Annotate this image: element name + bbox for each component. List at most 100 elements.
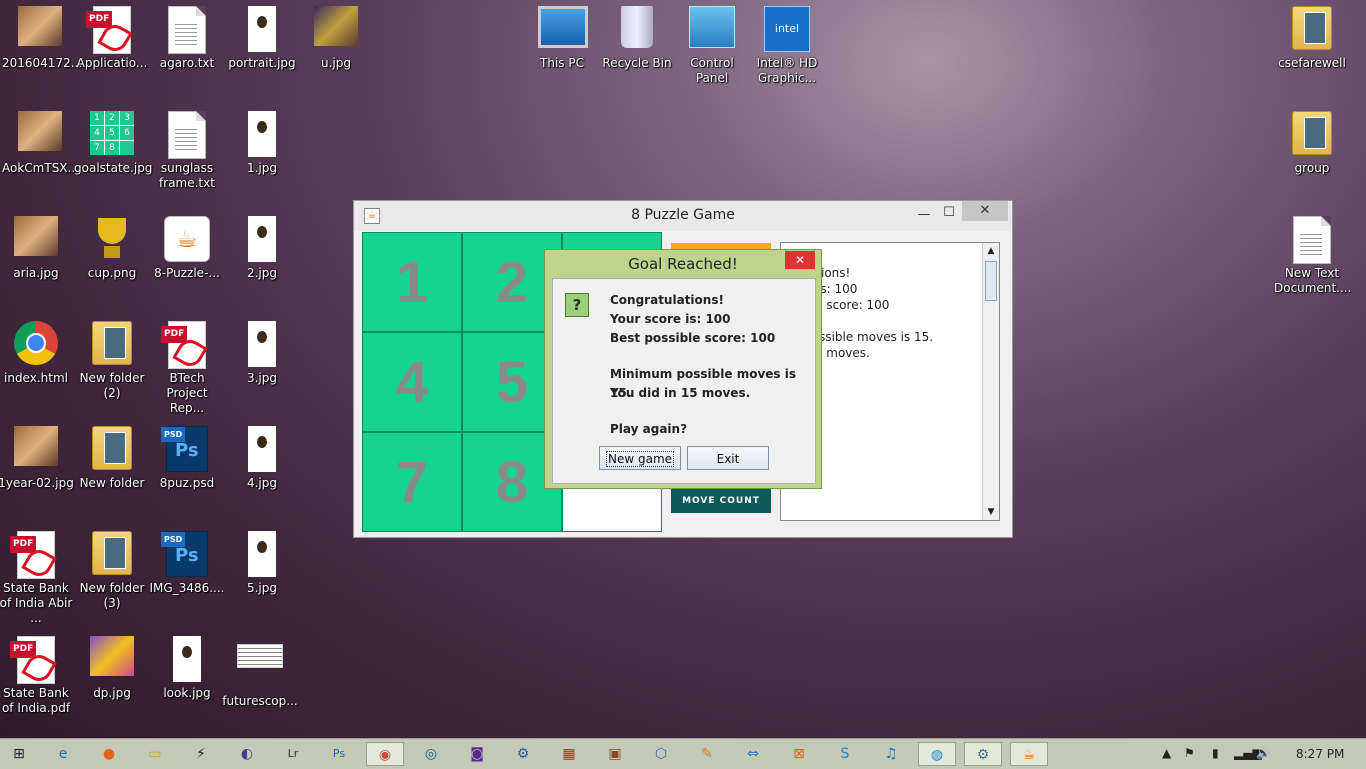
desktop-icon-recycle-bin[interactable]: Recycle Bin bbox=[597, 0, 677, 71]
new-game-label: New game bbox=[605, 451, 675, 467]
app2-icon[interactable]: ✎ bbox=[688, 742, 726, 766]
folder-icon bbox=[92, 321, 132, 365]
photoshop-file-icon: PSD Ps bbox=[161, 426, 208, 472]
scroll-down-icon[interactable]: ▼ bbox=[985, 506, 997, 518]
action-center-icon[interactable]: ⚑ bbox=[1184, 746, 1195, 760]
icon-label: AokCmTSX... bbox=[2, 161, 79, 175]
new-game-button[interactable]: New game bbox=[599, 446, 681, 470]
puzzle-tile[interactable]: 7 bbox=[362, 432, 462, 532]
puzzle-tile[interactable]: 1 bbox=[362, 232, 462, 332]
window-titlebar[interactable]: ☕ 8 Puzzle Game — ☐ ✕ bbox=[354, 201, 1012, 231]
minimize-button[interactable]: — bbox=[914, 205, 934, 225]
desktop-icon-goalstate[interactable]: 1 2 3 4 5 6 7 8 goalstate.jpg bbox=[72, 105, 152, 176]
icon-label: cup.png bbox=[87, 266, 137, 280]
icon-label: Recycle Bin bbox=[602, 56, 672, 70]
chrome-icon[interactable]: ◉ bbox=[366, 742, 404, 766]
desktop-icon-8puz-psd[interactable]: PSD Ps 8puz.psd bbox=[147, 420, 227, 491]
close-button[interactable]: ✕ bbox=[962, 201, 1008, 221]
desktop-icon-u-jpg[interactable]: u.jpg bbox=[296, 0, 376, 71]
desktop-icon-csefarewell[interactable]: csefarewell bbox=[1272, 0, 1352, 71]
desktop-icon-intel-hd[interactable]: intel Intel® HD Graphic... bbox=[747, 0, 827, 86]
intel-icon: intel bbox=[764, 6, 810, 52]
pdf-icon: PDF bbox=[161, 321, 208, 371]
message-line: Best possible score: 100 bbox=[610, 331, 776, 345]
icon-label: 201604172... bbox=[2, 56, 83, 70]
python-icon[interactable]: ⚙ bbox=[504, 742, 542, 766]
desktop-icon-aokcmtsx[interactable]: AokCmTSX... bbox=[0, 105, 80, 176]
explorer-icon[interactable]: ▭ bbox=[136, 742, 174, 766]
chrome-icon bbox=[14, 321, 58, 365]
desktop-icon-new-folder[interactable]: New folder bbox=[72, 420, 152, 491]
photoshop-icon[interactable]: Ps bbox=[320, 742, 358, 766]
java-icon[interactable]: ☕ bbox=[1010, 742, 1048, 766]
desktop-icon-application[interactable]: PDF Applicatio... bbox=[72, 0, 152, 71]
start-icon[interactable]: ⊞ bbox=[0, 742, 38, 766]
desktop-icon-new-folder-3[interactable]: New folder (3) bbox=[72, 525, 152, 611]
office-icon[interactable]: ▦ bbox=[550, 742, 588, 766]
desktop-icon-agaro[interactable]: agaro.txt bbox=[147, 0, 227, 71]
maximize-button[interactable]: ☐ bbox=[939, 203, 959, 223]
desktop-icon-control-panel[interactable]: Control Panel bbox=[672, 0, 752, 86]
desktop-icon-img-3486[interactable]: PSD Ps IMG_3486.... bbox=[147, 525, 227, 596]
desktop-icon-btech-report[interactable]: PDF BTech Project Rep... bbox=[147, 315, 227, 416]
desktop-icon-5-jpg[interactable]: 5.jpg bbox=[222, 525, 302, 596]
itunes-icon[interactable]: ♫ bbox=[872, 742, 910, 766]
desktop-icon-group[interactable]: group bbox=[1272, 105, 1352, 176]
show-hidden-icons-icon[interactable]: ▲ bbox=[1162, 746, 1171, 760]
media-icon[interactable]: ◎ bbox=[412, 742, 450, 766]
desktop-icon-index-html[interactable]: index.html bbox=[0, 315, 76, 386]
app4-icon[interactable]: ⚙ bbox=[964, 742, 1002, 766]
puzzle-tile[interactable]: 4 bbox=[362, 332, 462, 432]
icon-label: This PC bbox=[540, 56, 584, 70]
icon-label: index.html bbox=[4, 371, 68, 385]
scroll-thumb[interactable] bbox=[985, 261, 997, 301]
desktop-icon-portrait[interactable]: portrait.jpg bbox=[222, 0, 302, 71]
battery-icon[interactable]: ▮ bbox=[1212, 746, 1219, 760]
icon-label: 5.jpg bbox=[246, 581, 278, 595]
xampp-icon[interactable]: ⊠ bbox=[780, 742, 818, 766]
text-file-icon bbox=[1293, 216, 1331, 264]
icon-label: BTech Project Rep... bbox=[166, 371, 208, 415]
desktop-icon-1year-02[interactable]: 1year-02.jpg bbox=[0, 420, 76, 491]
dialog-close-button[interactable]: ✕ bbox=[785, 251, 815, 269]
3d-icon[interactable]: ⬡ bbox=[642, 742, 680, 766]
desktop-icon-1-jpg[interactable]: 1.jpg bbox=[222, 105, 302, 176]
desktop-icon-new-folder-2[interactable]: New folder (2) bbox=[72, 315, 152, 401]
app-icon[interactable]: ◙ bbox=[458, 742, 496, 766]
desktop-icon-this-pc[interactable]: This PC bbox=[522, 0, 602, 71]
eclipse-icon[interactable]: ◐ bbox=[228, 742, 266, 766]
vertical-scrollbar[interactable]: ▲ ▼ bbox=[982, 243, 999, 520]
firefox-icon[interactable]: ● bbox=[90, 742, 128, 766]
folder-icon bbox=[1292, 111, 1332, 155]
desktop-icon-cup[interactable]: cup.png bbox=[72, 210, 152, 281]
desktop-icon-aria[interactable]: aria.jpg bbox=[0, 210, 76, 281]
clock[interactable]: 8:27 PM bbox=[1296, 747, 1344, 761]
volume-icon[interactable]: 🔊 bbox=[1256, 746, 1271, 760]
teamviewer-icon[interactable]: ⇔ bbox=[734, 742, 772, 766]
desktop-icon-new-text-document[interactable]: New Text Document.... bbox=[1272, 210, 1352, 296]
desktop-icon-8-puzzle-jar[interactable]: ☕ 8-Puzzle-... bbox=[147, 210, 227, 281]
skype-icon[interactable]: S bbox=[826, 742, 864, 766]
app3-icon[interactable]: ◍ bbox=[918, 742, 956, 766]
scroll-up-icon[interactable]: ▲ bbox=[985, 245, 997, 257]
icon-label: agaro.txt bbox=[159, 56, 215, 70]
desktop-icon-3-jpg[interactable]: 3.jpg bbox=[222, 315, 302, 386]
photo-thumbnail bbox=[18, 6, 62, 46]
desktop-icon-sbi-abir[interactable]: PDF State Bank of India Abir ... bbox=[0, 525, 76, 626]
question-icon: ? bbox=[565, 293, 589, 317]
winamp-icon[interactable]: ⚡ bbox=[182, 742, 220, 766]
icon-label: Intel® HD Graphic... bbox=[756, 56, 818, 85]
exit-button[interactable]: Exit bbox=[687, 446, 769, 470]
desktop-icon-futurescope[interactable]: futurescop... bbox=[220, 630, 300, 709]
lightroom-icon[interactable]: Lr bbox=[274, 742, 312, 766]
desktop-icon-sunglass-frame[interactable]: sunglass frame.txt bbox=[147, 105, 227, 191]
icon-label: Control Panel bbox=[690, 56, 734, 85]
desktop-icon-dp[interactable]: dp.jpg bbox=[72, 630, 152, 701]
desktop-icon-4-jpg[interactable]: 4.jpg bbox=[222, 420, 302, 491]
photo-app-icon[interactable]: ▣ bbox=[596, 742, 634, 766]
desktop-icon-2-jpg[interactable]: 2.jpg bbox=[222, 210, 302, 281]
ie-icon[interactable]: e bbox=[44, 742, 82, 766]
desktop-icon-sbi-pdf[interactable]: PDF State Bank of India.pdf bbox=[0, 630, 76, 716]
desktop-icon-look[interactable]: look.jpg bbox=[147, 630, 227, 701]
desktop-icon-photo-201604172[interactable]: 201604172... bbox=[0, 0, 83, 71]
